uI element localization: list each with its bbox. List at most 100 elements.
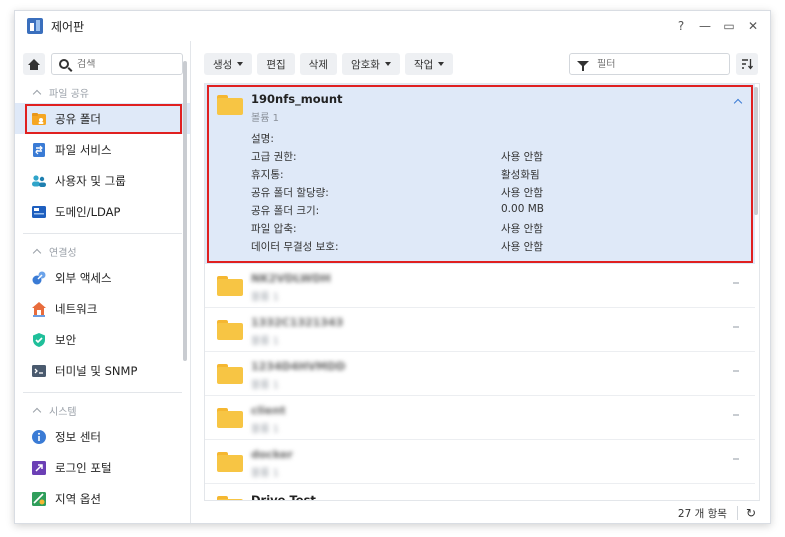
sidebar-item-network[interactable]: 네트워크 (15, 293, 190, 324)
folder-volume: 볼륨 1 (251, 336, 279, 347)
sidebar-search[interactable] (51, 53, 183, 75)
filter-field[interactable] (569, 53, 730, 75)
window-title: 제어판 (51, 19, 85, 34)
folder-name: client (251, 404, 286, 417)
refresh-icon[interactable]: ↻ (746, 506, 756, 520)
list-item[interactable]: client 볼륨 1 (205, 396, 755, 440)
sidebar-item-shared-folder[interactable]: 공유 폴더 (15, 103, 190, 134)
create-label: 생성 (213, 58, 233, 71)
list-item[interactable]: 1234D4HVMDD 볼륨 1 (205, 352, 755, 396)
list-item[interactable]: 1332C1321343 볼륨 1 (205, 308, 755, 352)
file-services-icon (31, 142, 47, 158)
folder-name: docker (251, 448, 293, 461)
minimize-button[interactable]: — (694, 15, 716, 37)
caret-down-icon (384, 62, 391, 66)
section-connectivity[interactable]: 연결성 (15, 240, 190, 262)
folder-name: Drive Test (251, 493, 316, 501)
section-divider (23, 392, 182, 393)
sidebar-item-file-services[interactable]: 파일 서비스 (15, 134, 190, 165)
sidebar-scrollbar[interactable] (183, 61, 187, 361)
maximize-button[interactable]: ▭ (718, 15, 740, 37)
detail-label: 공유 폴더 할당량: (251, 187, 329, 199)
expand-chevron-icon[interactable] (733, 370, 739, 372)
sidebar-item-info-center[interactable]: 정보 센터 (15, 421, 190, 452)
expand-chevron-icon[interactable] (733, 458, 739, 460)
search-icon (59, 59, 69, 69)
encryption-button[interactable]: 암호화 (341, 53, 400, 75)
users-groups-icon (31, 173, 47, 189)
login-portal-icon (31, 460, 47, 476)
home-button[interactable] (23, 53, 45, 75)
sidebar-item-external-access[interactable]: 외부 액세스 (15, 262, 190, 293)
list-item[interactable]: NK2VDLWDH 볼륨 1 (205, 264, 755, 308)
detail-label: 데이터 무결성 보호: (251, 241, 339, 253)
sidebar-item-security[interactable]: 보안 (15, 324, 190, 355)
sidebar-item-terminal-snmp[interactable]: 터미널 및 SNMP (15, 355, 190, 386)
detail-label: 설명: (251, 133, 274, 145)
sidebar-item-label: 사용자 및 그룹 (55, 173, 126, 188)
detail-label: 파일 압축: (251, 223, 297, 235)
sidebar-item-label: 정보 센터 (55, 429, 101, 444)
search-input[interactable] (77, 58, 177, 70)
folder-icon (217, 320, 243, 340)
folder-volume: 볼륨 1 (251, 292, 279, 303)
detail-value: 0.00 MB (501, 203, 544, 215)
sidebar-item-label: 보안 (55, 332, 77, 347)
sort-icon (742, 59, 753, 70)
list-item-expanded[interactable]: 190nfs_mount 볼륨 1 설명: 고급 권한: 사용 안함 휴지통: … (205, 84, 755, 264)
section-divider (23, 233, 182, 234)
sidebar-item-label: 파일 서비스 (55, 142, 112, 157)
main-panel: 생성 편집 삭제 암호화 작업 190nfs_mount 볼륨 1 설명: 고급… (192, 41, 770, 523)
expand-chevron-icon[interactable] (733, 326, 739, 328)
section-title: 시스템 (49, 406, 77, 418)
folder-icon (217, 95, 243, 115)
sidebar-item-users-groups[interactable]: 사용자 및 그룹 (15, 165, 190, 196)
folder-volume: 볼륨 1 (251, 380, 279, 391)
sidebar-item-regional-options[interactable]: 지역 옵션 (15, 483, 190, 514)
detail-value: 사용 안함 (501, 241, 543, 253)
list-scrollbar[interactable] (754, 87, 758, 215)
chevron-up-icon (32, 407, 42, 416)
expand-chevron-icon[interactable] (733, 282, 739, 284)
expand-chevron-icon[interactable] (733, 414, 739, 416)
sidebar-item-domain-ldap[interactable]: 도메인/LDAP (15, 196, 190, 227)
terminal-icon (31, 363, 47, 379)
folder-volume: 볼륨 1 (251, 424, 279, 435)
action-button[interactable]: 작업 (404, 53, 454, 75)
create-button[interactable]: 생성 (204, 53, 253, 75)
section-title: 연결성 (49, 247, 77, 259)
folder-icon (217, 496, 243, 500)
caret-down-icon (438, 62, 445, 66)
sidebar-item-label: 터미널 및 SNMP (55, 363, 138, 378)
domain-ldap-icon (31, 204, 47, 220)
detail-label: 고급 권한: (251, 151, 297, 163)
shared-folder-list: 190nfs_mount 볼륨 1 설명: 고급 권한: 사용 안함 휴지통: … (204, 83, 760, 501)
folder-icon (217, 408, 243, 428)
filter-input[interactable] (597, 58, 717, 70)
delete-label: 삭제 (308, 58, 328, 71)
folder-name: NK2VDLWDH (251, 272, 331, 285)
sort-button[interactable] (736, 53, 758, 75)
edit-button[interactable]: 편집 (257, 53, 295, 75)
sidebar-item-label: 네트워크 (55, 301, 98, 316)
close-button[interactable]: ✕ (742, 15, 764, 37)
edit-label: 편집 (266, 58, 286, 71)
selection-highlight (207, 85, 753, 263)
sidebar-item-label: 로그인 포털 (55, 460, 112, 475)
encryption-label: 암호화 (350, 58, 380, 71)
sidebar-item-login-portal[interactable]: 로그인 포털 (15, 452, 190, 483)
sidebar: 파일 공유 공유 폴더 파일 서비스 사용자 및 그룹 도메인/LDAP (15, 41, 191, 523)
filter-icon (577, 61, 589, 71)
external-access-icon (31, 270, 47, 286)
selection-highlight (25, 104, 182, 134)
list-item[interactable]: Drive Test (205, 484, 755, 501)
list-item[interactable]: docker 볼륨 1 (205, 440, 755, 484)
folder-volume: 볼륨 1 (251, 468, 279, 479)
section-system[interactable]: 시스템 (15, 399, 190, 421)
delete-button[interactable]: 삭제 (299, 53, 337, 75)
item-count: 27 개 항목 (677, 507, 727, 520)
help-button[interactable]: ? (670, 15, 692, 37)
section-file-sharing[interactable]: 파일 공유 (15, 81, 190, 103)
detail-value: 사용 안함 (501, 223, 543, 235)
folder-name: 1234D4HVMDD (251, 360, 346, 373)
